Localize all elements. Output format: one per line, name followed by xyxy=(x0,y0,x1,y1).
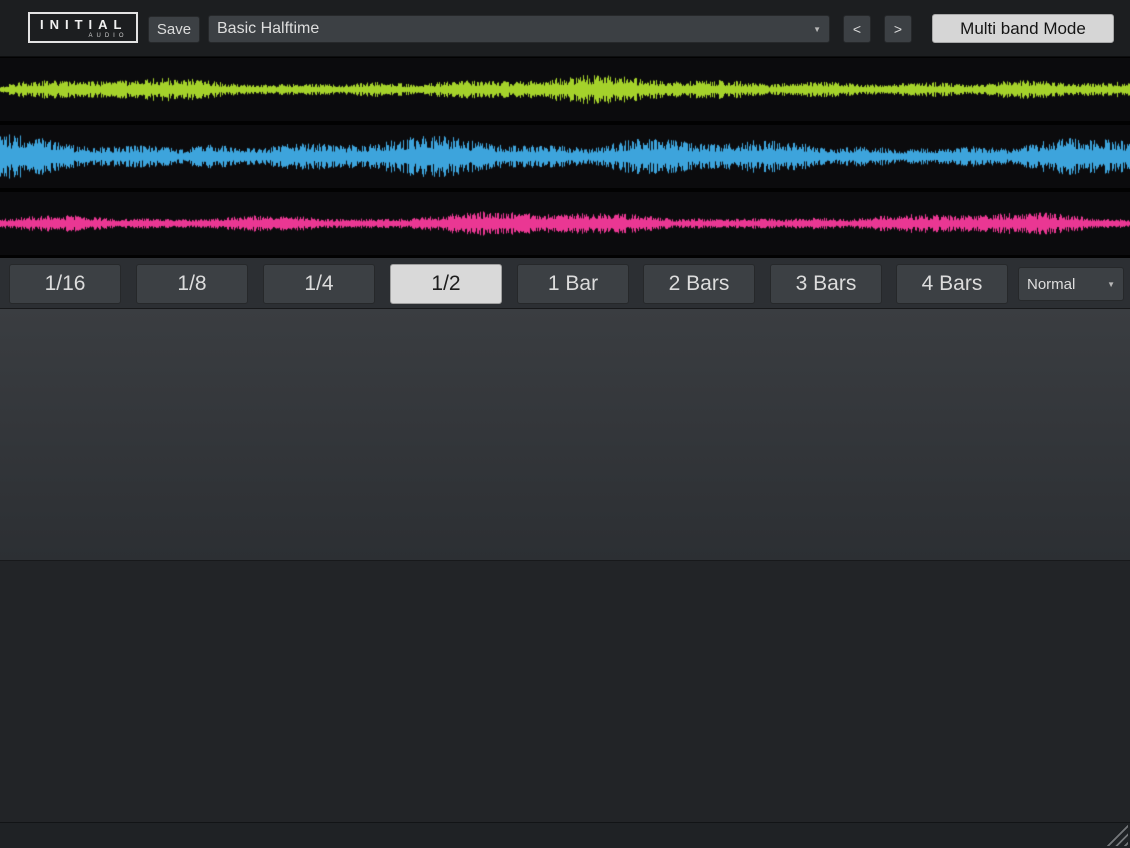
app-window: INITIAL AUDIO Save Basic Halftime ▼ < > … xyxy=(0,0,1130,848)
save-button[interactable]: Save xyxy=(148,16,200,43)
lower-panel: Crossover Freq Reverse LOW S M Speed 0 ▼… xyxy=(0,560,1130,822)
division-button-4-bars[interactable]: 4 Bars xyxy=(896,264,1008,304)
preset-value: Basic Halftime xyxy=(217,20,319,38)
division-button-1-8[interactable]: 1/8 xyxy=(136,264,248,304)
waveform-top-canvas xyxy=(0,58,1130,121)
main-panel: Smooth Blend Fast ▼ Fade In SlowMo 2 Fas… xyxy=(0,308,1130,560)
division-button-1-16[interactable]: 1/16 xyxy=(9,264,121,304)
logo-subtext: AUDIO xyxy=(40,33,128,39)
playback-mode-select[interactable]: Normal ▼ xyxy=(1018,267,1124,301)
logo-text: INITIAL xyxy=(40,17,128,32)
top-bar: INITIAL AUDIO Save Basic Halftime ▼ < > … xyxy=(0,0,1130,57)
division-button-1-2[interactable]: 1/2 xyxy=(390,264,502,304)
division-button-1-bar[interactable]: 1 Bar xyxy=(517,264,629,304)
waveform-display xyxy=(0,57,1130,258)
chevron-down-icon: ▼ xyxy=(813,25,821,34)
division-button-3-bars[interactable]: 3 Bars xyxy=(770,264,882,304)
bottom-bar xyxy=(0,822,1130,848)
waveform-bottom-canvas xyxy=(0,192,1130,255)
preset-select[interactable]: Basic Halftime ▼ xyxy=(208,15,830,43)
prev-preset-button[interactable]: < xyxy=(843,15,871,43)
division-button-2-bars[interactable]: 2 Bars xyxy=(643,264,755,304)
resize-grip-icon[interactable] xyxy=(1106,824,1128,846)
playback-mode-value: Normal xyxy=(1027,276,1075,293)
next-preset-button[interactable]: > xyxy=(884,15,912,43)
initial-audio-logo: INITIAL AUDIO xyxy=(28,12,138,43)
division-button-1-4[interactable]: 1/4 xyxy=(263,264,375,304)
multi-band-mode-button[interactable]: Multi band Mode xyxy=(932,14,1114,43)
waveform-middle-canvas xyxy=(0,125,1130,188)
chevron-down-icon: ▼ xyxy=(1107,280,1115,289)
